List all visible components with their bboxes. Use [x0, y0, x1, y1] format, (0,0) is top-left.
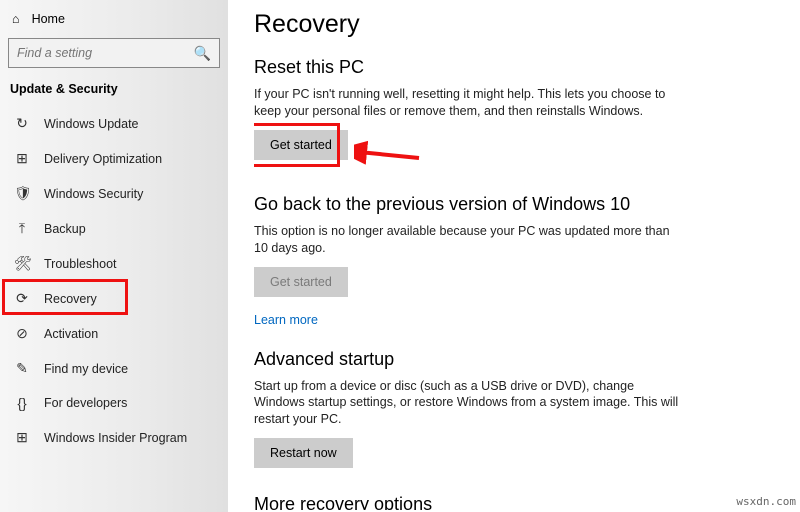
reset-get-started-button[interactable]: Get started	[254, 130, 348, 160]
home-label: Home	[32, 12, 65, 26]
sidebar-item-activation[interactable]: ⊘ Activation	[0, 316, 228, 351]
advanced-body: Start up from a device or disc (such as …	[254, 378, 684, 429]
sidebar-item-for-developers[interactable]: {} For developers	[0, 386, 228, 420]
search-input[interactable]	[17, 46, 194, 60]
dev-icon: {}	[14, 395, 30, 411]
restart-now-button[interactable]: Restart now	[254, 438, 353, 468]
home-icon: ⌂	[12, 12, 20, 26]
wrench-icon: 🛠	[14, 255, 30, 272]
sidebar-item-label: Recovery	[44, 292, 97, 306]
home-button[interactable]: ⌂ Home	[0, 6, 228, 34]
sync-icon: ↻	[14, 115, 30, 132]
page-title: Recovery	[254, 10, 734, 39]
main-content: Recovery Reset this PC If your PC isn't …	[254, 10, 734, 510]
sidebar-item-label: Delivery Optimization	[44, 152, 162, 166]
learn-more-link[interactable]: Learn more	[254, 313, 318, 327]
sidebar: ⌂ Home 🔍 Update & Security ↻ Windows Upd…	[0, 0, 228, 512]
sidebar-item-label: Activation	[44, 327, 98, 341]
insider-icon: ⊞	[14, 429, 30, 446]
watermark: wsxdn.com	[736, 495, 796, 508]
sidebar-item-delivery-optimization[interactable]: ⊞ Delivery Optimization	[0, 141, 228, 176]
sidebar-item-recovery[interactable]: ⟳ Recovery	[0, 281, 228, 316]
advanced-heading: Advanced startup	[254, 349, 734, 370]
sidebar-item-windows-security[interactable]: 🛡 Windows Security	[0, 176, 228, 211]
delivery-icon: ⊞	[14, 150, 30, 167]
sidebar-item-backup[interactable]: ⤒ Backup	[0, 211, 228, 246]
search-box[interactable]: 🔍	[8, 38, 220, 68]
goback-get-started-button: Get started	[254, 267, 348, 297]
sidebar-item-windows-insider[interactable]: ⊞ Windows Insider Program	[0, 420, 228, 455]
goback-heading: Go back to the previous version of Windo…	[254, 194, 734, 215]
sidebar-item-label: For developers	[44, 396, 127, 410]
search-icon: 🔍	[194, 45, 211, 62]
sidebar-item-troubleshoot[interactable]: 🛠 Troubleshoot	[0, 246, 228, 281]
find-icon: ✎	[14, 360, 30, 377]
key-icon: ⊘	[14, 325, 30, 342]
shield-icon: 🛡	[14, 185, 30, 202]
sidebar-item-windows-update[interactable]: ↻ Windows Update	[0, 106, 228, 141]
sidebar-item-find-my-device[interactable]: ✎ Find my device	[0, 351, 228, 386]
backup-icon: ⤒	[14, 220, 30, 237]
annotation-arrow-icon	[354, 140, 424, 170]
group-header: Update & Security	[0, 78, 228, 106]
goback-body: This option is no longer available becau…	[254, 223, 684, 257]
sidebar-item-label: Windows Security	[44, 187, 143, 201]
more-heading: More recovery options	[254, 494, 734, 510]
recovery-icon: ⟳	[14, 290, 30, 307]
sidebar-item-label: Windows Update	[44, 117, 139, 131]
reset-heading: Reset this PC	[254, 57, 734, 78]
sidebar-item-label: Windows Insider Program	[44, 431, 187, 445]
sidebar-item-label: Troubleshoot	[44, 257, 117, 271]
reset-body: If your PC isn't running well, resetting…	[254, 86, 684, 120]
sidebar-item-label: Backup	[44, 222, 86, 236]
sidebar-item-label: Find my device	[44, 362, 128, 376]
